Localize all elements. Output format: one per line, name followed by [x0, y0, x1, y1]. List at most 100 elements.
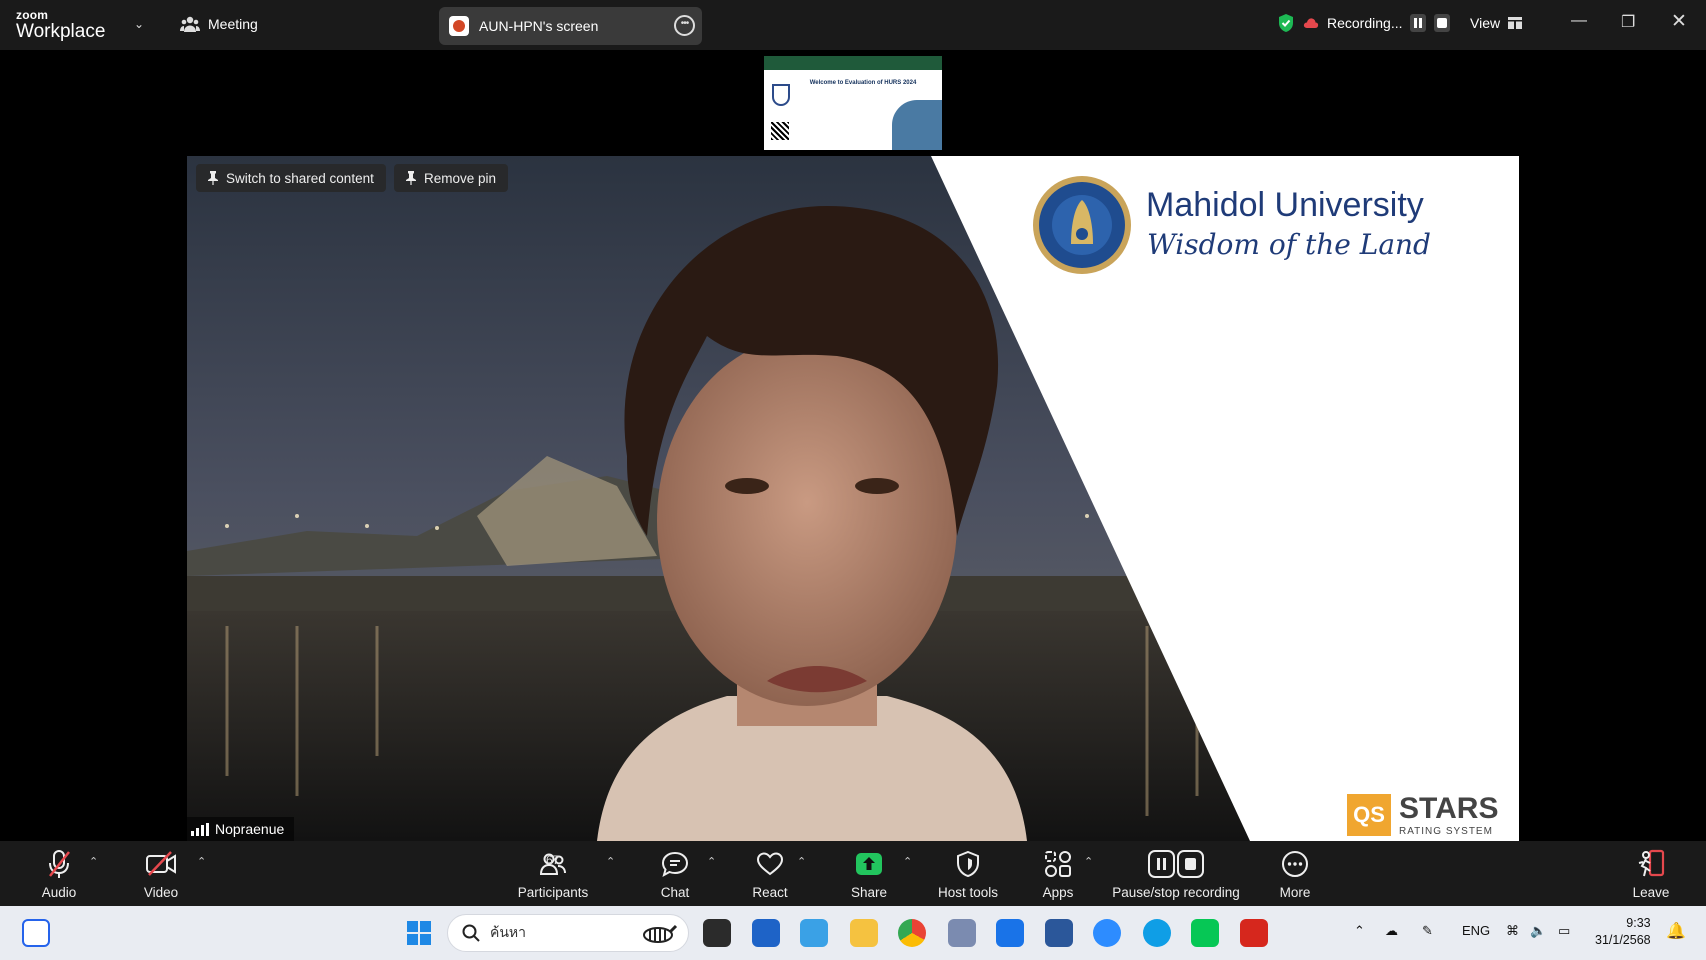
line-app-icon[interactable]: [1191, 919, 1219, 947]
shared-screen-indicator[interactable]: AUN-HPN's screen •••: [439, 7, 702, 45]
meeting-menu[interactable]: Meeting: [180, 15, 258, 33]
host-tools-shield-icon: [957, 851, 979, 877]
brand-bottom: Workplace: [16, 21, 106, 42]
meeting-icon: [180, 16, 200, 32]
widgets-icon[interactable]: [22, 919, 50, 947]
share-button[interactable]: Share: [844, 841, 894, 906]
heart-icon: [756, 852, 784, 876]
file-explorer-icon[interactable]: [850, 919, 878, 947]
windows-taskbar: ค้นหา ⌃ ☁ ✎ ENG ⌘ 🔈 ▭ 9:33 31/1/2568 🔔: [0, 906, 1706, 960]
switch-to-shared-content-button[interactable]: Switch to shared content: [196, 164, 386, 192]
pause-stop-recording-icon: [1148, 850, 1204, 878]
pause-stop-recording-button[interactable]: Pause/stop recording: [1106, 841, 1246, 906]
shared-screen-thumbnail[interactable]: Welcome to Evaluation of HURS 2024: [764, 56, 942, 150]
minimize-icon[interactable]: —: [1571, 12, 1587, 30]
university-name: Mahidol University: [1146, 186, 1424, 224]
restore-icon[interactable]: ❐: [1621, 12, 1635, 32]
edge-icon[interactable]: [1143, 919, 1171, 947]
remove-pin-button[interactable]: Remove pin: [394, 164, 509, 192]
cloud-recording-icon: [1303, 18, 1319, 28]
outlook-icon[interactable]: [800, 919, 828, 947]
microsoft-store-icon[interactable]: [752, 919, 780, 947]
zoom-app-icon[interactable]: [1093, 919, 1121, 947]
cloud-sync-icon[interactable]: ☁: [1385, 923, 1398, 939]
taskbar-clock[interactable]: 9:33 31/1/2568: [1595, 915, 1651, 949]
video-label: Video: [143, 885, 179, 900]
leave-icon: [1638, 849, 1665, 877]
apps-button[interactable]: Apps: [1033, 841, 1083, 906]
notification-bell-icon[interactable]: 🔔: [1666, 921, 1686, 941]
chat-options-chevron-icon[interactable]: ⌃: [707, 855, 716, 868]
react-button[interactable]: React: [745, 841, 795, 906]
pause-icon: [1414, 18, 1423, 28]
grid-view-icon: [1508, 17, 1523, 29]
meeting-label: Meeting: [208, 16, 258, 32]
meeting-toolbar: Audio ⌃ Video ⌃ 67 Participants ⌃ Chat ⌃…: [0, 841, 1706, 906]
thumbnail-photo: [892, 100, 942, 150]
apps-label: Apps: [1042, 885, 1074, 900]
chevron-down-icon[interactable]: ⌄: [134, 17, 144, 31]
thumbnail-header-bar: [764, 56, 942, 70]
hurs-logo: [772, 84, 790, 106]
qs-stars-logo: QS STARS RATING SYSTEM: [1347, 794, 1498, 841]
word-icon[interactable]: [1045, 919, 1073, 947]
acrobat-icon[interactable]: [1240, 919, 1268, 947]
clock-time: 9:33: [1626, 916, 1651, 930]
more-icon: [1282, 851, 1308, 877]
apps-icon: [1045, 851, 1071, 877]
branded-background-panel: Mahidol University Wisdom of the Land QS…: [187, 156, 1519, 841]
share-options-chevron-icon[interactable]: ⌃: [903, 855, 912, 868]
recording-status: Recording...: [1277, 13, 1451, 33]
powerpoint-icon: [449, 16, 469, 36]
show-hidden-icons-chevron-icon[interactable]: ⌃: [1354, 923, 1365, 939]
search-icon: [462, 924, 480, 942]
chat-button[interactable]: Chat: [650, 841, 700, 906]
audio-button[interactable]: Audio: [34, 841, 84, 906]
video-options-chevron-icon[interactable]: ⌃: [197, 855, 206, 868]
qr-code-image: [771, 122, 789, 140]
signal-strength-icon: [191, 822, 209, 836]
clock-date: 31/1/2568: [1595, 933, 1651, 947]
participants-label: Participants: [517, 885, 589, 900]
volume-icon[interactable]: 🔈: [1530, 923, 1546, 939]
qs-box: QS: [1347, 794, 1391, 836]
task-view-icon[interactable]: [703, 919, 731, 947]
qs-stars-text: STARS: [1399, 792, 1499, 825]
audio-label: Audio: [41, 885, 77, 900]
zoom-workplace-logo[interactable]: zoom Workplace: [16, 9, 105, 41]
apps-options-chevron-icon[interactable]: ⌃: [1084, 855, 1093, 868]
shared-screen-label: AUN-HPN's screen: [479, 18, 599, 34]
snipping-tool-icon[interactable]: [948, 919, 976, 947]
participants-count: 67: [546, 853, 560, 867]
close-icon[interactable]: ✕: [1671, 10, 1687, 33]
pause-recording-button[interactable]: [1410, 14, 1427, 32]
leave-label: Leave: [1632, 885, 1670, 900]
audio-options-chevron-icon[interactable]: ⌃: [89, 855, 98, 868]
pinned-video[interactable]: Mahidol University Wisdom of the Land QS…: [187, 156, 1519, 841]
wifi-icon[interactable]: ⌘: [1506, 923, 1519, 939]
battery-icon[interactable]: ▭: [1558, 923, 1570, 939]
switch-label: Switch to shared content: [226, 170, 374, 186]
share-label: Share: [850, 885, 888, 900]
outlook-mail-icon[interactable]: [996, 919, 1024, 947]
search-placeholder: ค้นหา: [490, 924, 527, 940]
view-menu[interactable]: View: [1470, 15, 1523, 31]
language-indicator[interactable]: ENG: [1462, 923, 1490, 938]
zebra-highlight-icon: [643, 924, 678, 943]
camera-off-icon: [146, 851, 176, 876]
video-button[interactable]: Video: [136, 841, 186, 906]
participants-button[interactable]: 67 Participants: [513, 841, 593, 906]
host-tools-button[interactable]: Host tools: [933, 841, 1003, 906]
share-screen-icon: [856, 853, 882, 875]
security-shield-icon[interactable]: [1277, 13, 1295, 33]
react-options-chevron-icon[interactable]: ⌃: [797, 855, 806, 868]
more-button[interactable]: More: [1270, 841, 1320, 906]
leave-button[interactable]: Leave: [1626, 841, 1676, 906]
windows-start-icon[interactable]: [405, 919, 433, 947]
stop-recording-button[interactable]: [1434, 14, 1451, 32]
participants-options-chevron-icon[interactable]: ⌃: [606, 855, 615, 868]
more-options-icon[interactable]: •••: [674, 15, 695, 36]
pen-input-icon[interactable]: ✎: [1422, 923, 1433, 939]
taskbar-search[interactable]: ค้นหา: [447, 914, 689, 952]
chrome-icon[interactable]: [898, 919, 926, 947]
